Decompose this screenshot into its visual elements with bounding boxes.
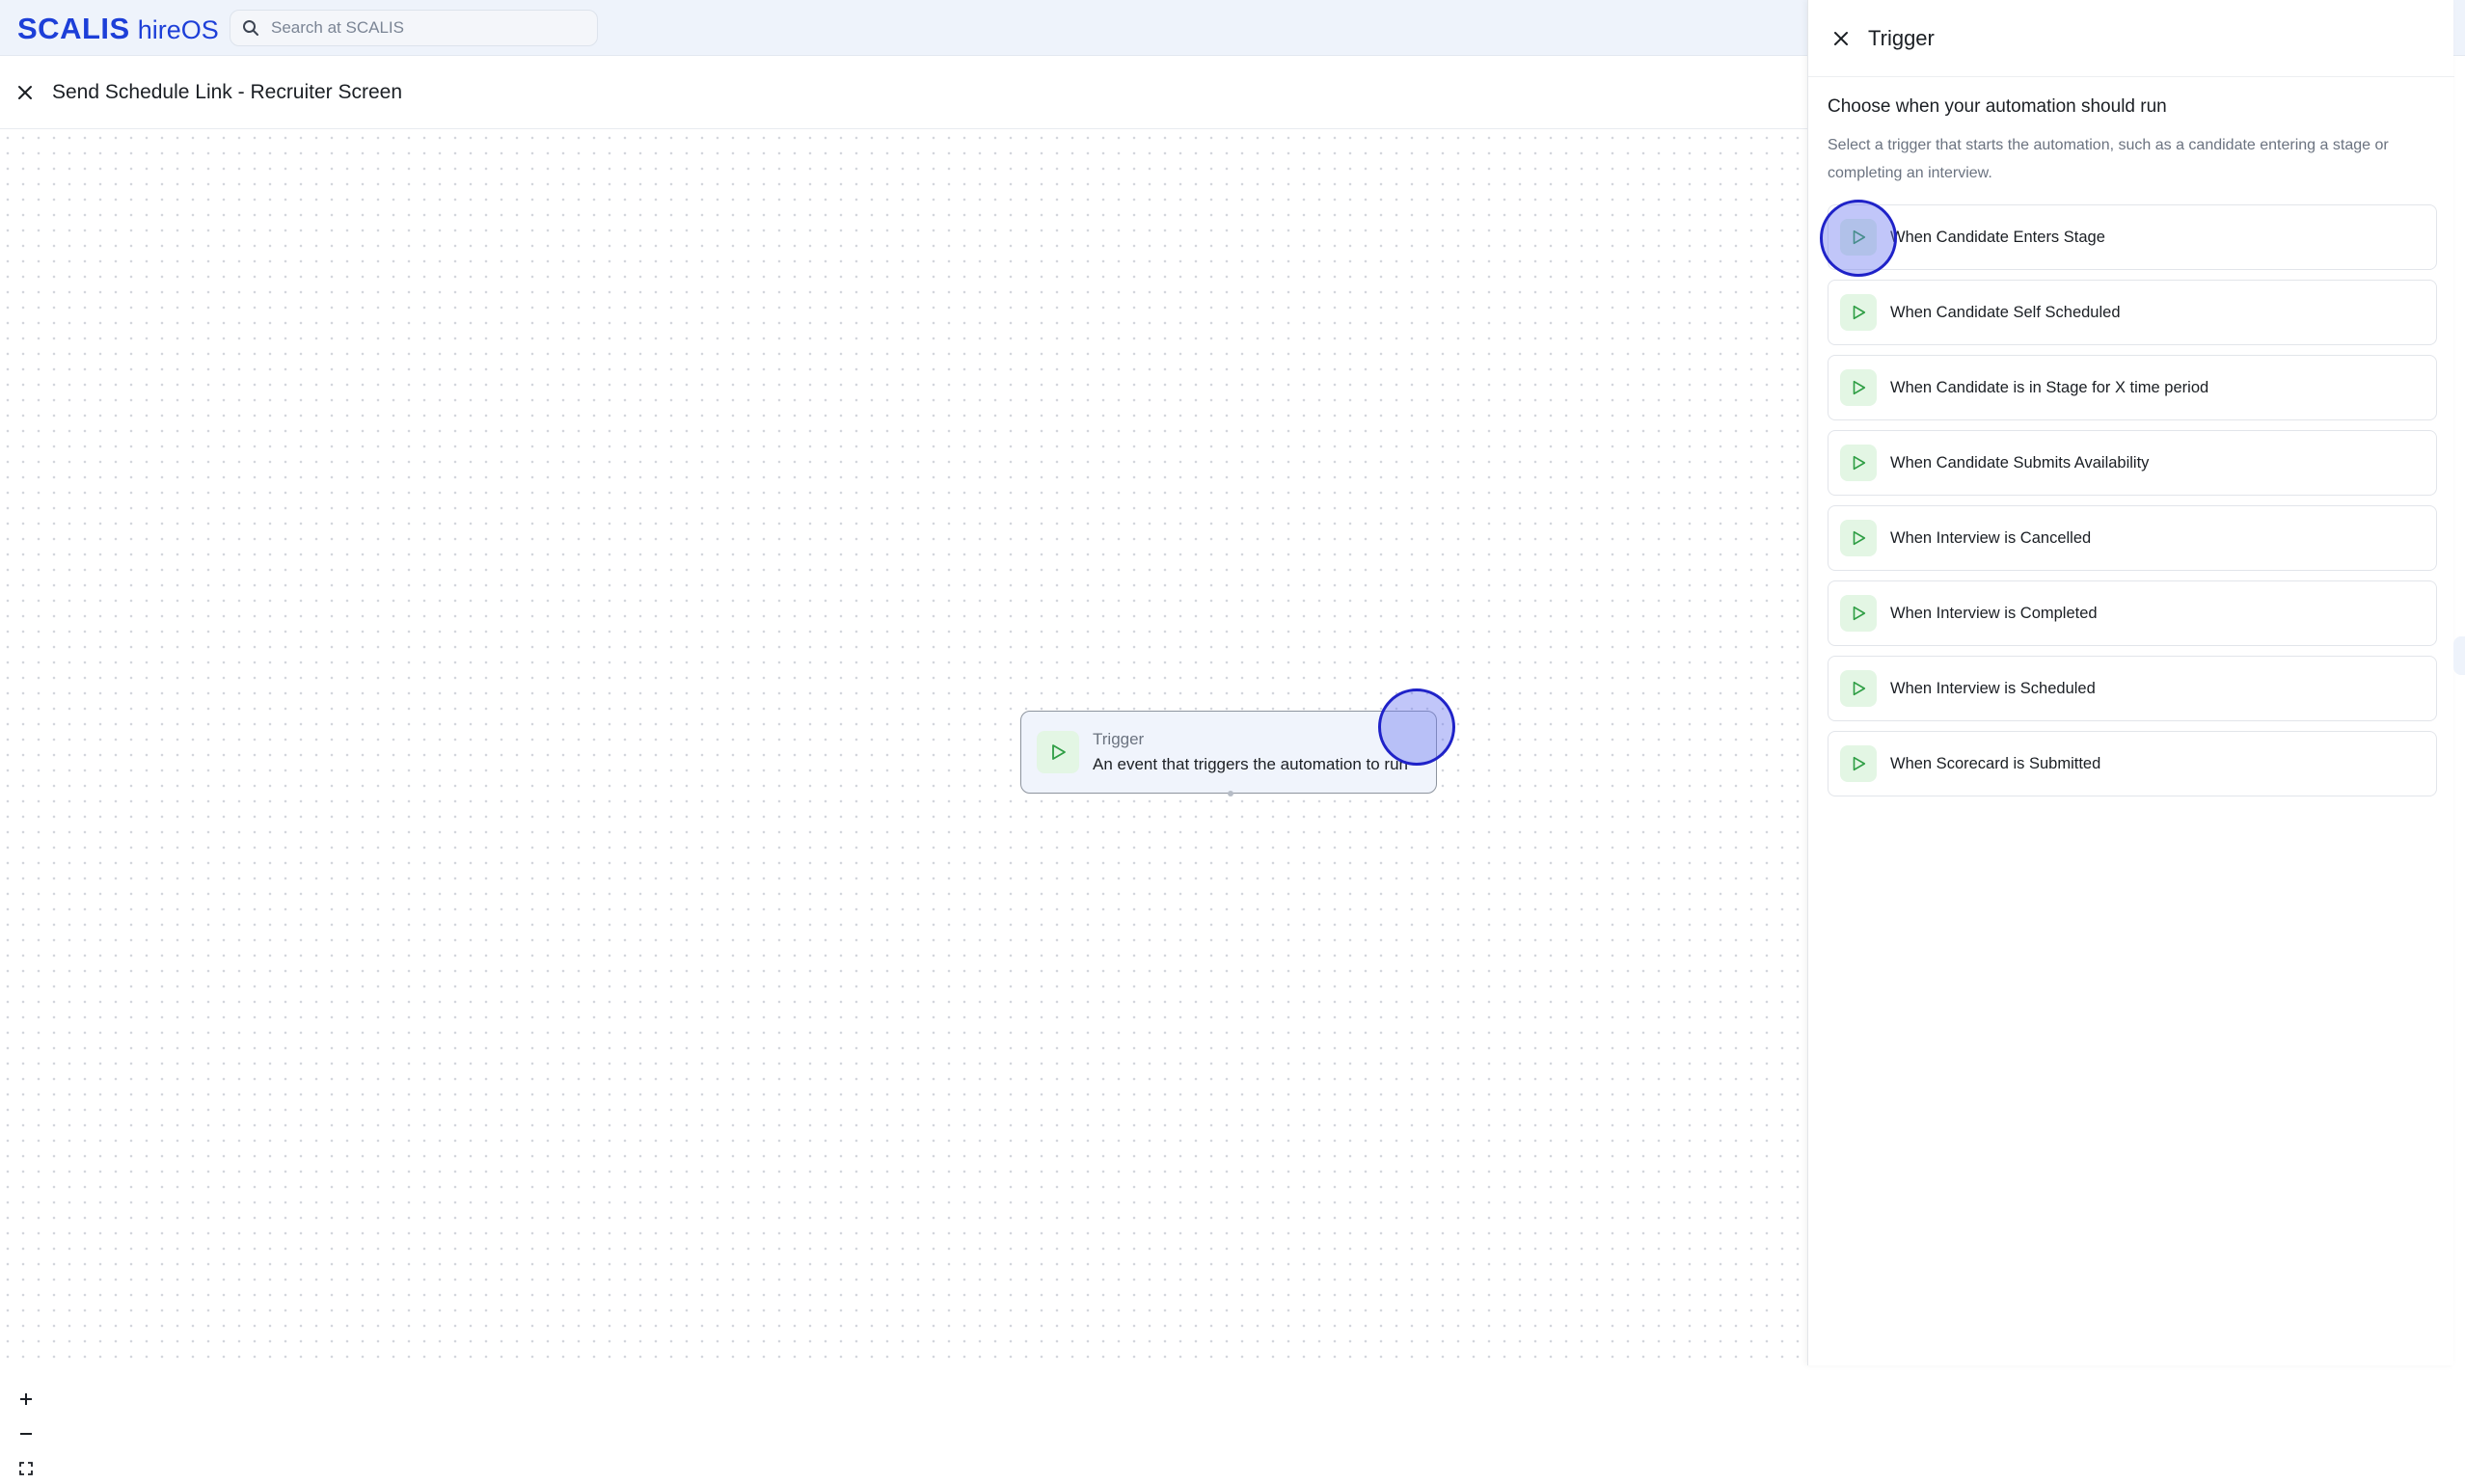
trigger-options-list: When Candidate Enters Stage When Candida… xyxy=(1828,204,2437,796)
trigger-option-interview-completed[interactable]: When Interview is Completed xyxy=(1828,580,2437,646)
play-icon xyxy=(1840,445,1877,481)
trigger-option-label: When Candidate Self Scheduled xyxy=(1890,303,2121,321)
trigger-option-label: When Interview is Completed xyxy=(1890,604,2098,622)
panel-title: Trigger xyxy=(1868,25,1935,50)
trigger-option-interview-cancelled[interactable]: When Interview is Cancelled xyxy=(1828,505,2437,571)
trigger-option-candidate-submits-availability[interactable]: When Candidate Submits Availability xyxy=(1828,430,2437,496)
close-panel-button[interactable] xyxy=(1831,29,1851,48)
panel-heading: Choose when your automation should run xyxy=(1828,96,2167,117)
trigger-node[interactable]: Trigger An event that triggers the autom… xyxy=(1020,711,1437,796)
trigger-option-candidate-in-stage-for-time[interactable]: When Candidate is in Stage for X time pe… xyxy=(1828,355,2437,420)
workflow-canvas[interactable]: Trigger An event that triggers the autom… xyxy=(0,130,1807,1475)
zoom-out-button[interactable] xyxy=(11,1418,41,1449)
close-icon xyxy=(18,85,32,99)
logo-product: hireOS xyxy=(137,15,219,44)
trigger-option-candidate-enters-stage[interactable]: When Candidate Enters Stage xyxy=(1828,204,2437,270)
node-connection-handle[interactable] xyxy=(1228,791,1233,796)
trigger-option-label: When Scorecard is Submitted xyxy=(1890,754,2101,772)
trigger-option-interview-scheduled[interactable]: When Interview is Scheduled xyxy=(1828,656,2437,721)
minus-icon xyxy=(20,1433,32,1435)
plus-icon xyxy=(20,1393,32,1405)
close-workflow-button[interactable] xyxy=(15,83,35,102)
trigger-node-label: Trigger xyxy=(1093,730,1145,748)
panel-header: Trigger xyxy=(1808,0,2454,77)
panel-edge-handle[interactable] xyxy=(2453,636,2465,675)
play-icon xyxy=(1840,670,1877,707)
zoom-in-button[interactable] xyxy=(11,1384,41,1415)
play-icon xyxy=(1037,731,1079,773)
trigger-option-label: When Candidate is in Stage for X time pe… xyxy=(1890,378,2209,396)
search-bar[interactable] xyxy=(230,10,598,46)
zoom-controls xyxy=(10,1384,42,1484)
logo[interactable]: SCALIS hireOS xyxy=(17,12,219,45)
trigger-option-label: When Interview is Cancelled xyxy=(1890,528,2092,547)
play-icon xyxy=(1840,294,1877,331)
play-icon xyxy=(1840,219,1877,256)
logo-brand: SCALIS xyxy=(17,12,130,45)
play-icon xyxy=(1840,369,1877,406)
search-input[interactable] xyxy=(271,18,580,38)
play-icon xyxy=(1840,595,1877,632)
panel-description: Select a trigger that starts the automat… xyxy=(1828,137,2389,181)
fit-view-button[interactable] xyxy=(11,1453,41,1484)
trigger-option-scorecard-submitted[interactable]: When Scorecard is Submitted xyxy=(1828,731,2437,796)
trigger-option-candidate-self-scheduled[interactable]: When Candidate Self Scheduled xyxy=(1828,280,2437,345)
trigger-node-description: An event that triggers the automation to… xyxy=(1093,755,1408,773)
trigger-option-label: When Candidate Enters Stage xyxy=(1890,228,2105,246)
trigger-panel: Trigger Choose when your automation shou… xyxy=(1807,0,2454,1365)
trigger-node-text: Trigger An event that triggers the autom… xyxy=(1093,730,1408,774)
workflow-title: Send Schedule Link - Recruiter Screen xyxy=(52,80,403,103)
fit-view-icon xyxy=(19,1462,33,1475)
play-icon xyxy=(1840,745,1877,782)
trigger-option-label: When Candidate Submits Availability xyxy=(1890,453,2150,472)
trigger-option-label: When Interview is Scheduled xyxy=(1890,679,2096,697)
close-icon xyxy=(1834,31,1848,45)
workflow-header: Send Schedule Link - Recruiter Screen xyxy=(0,56,1807,129)
search-icon xyxy=(242,19,259,37)
play-icon xyxy=(1840,520,1877,556)
